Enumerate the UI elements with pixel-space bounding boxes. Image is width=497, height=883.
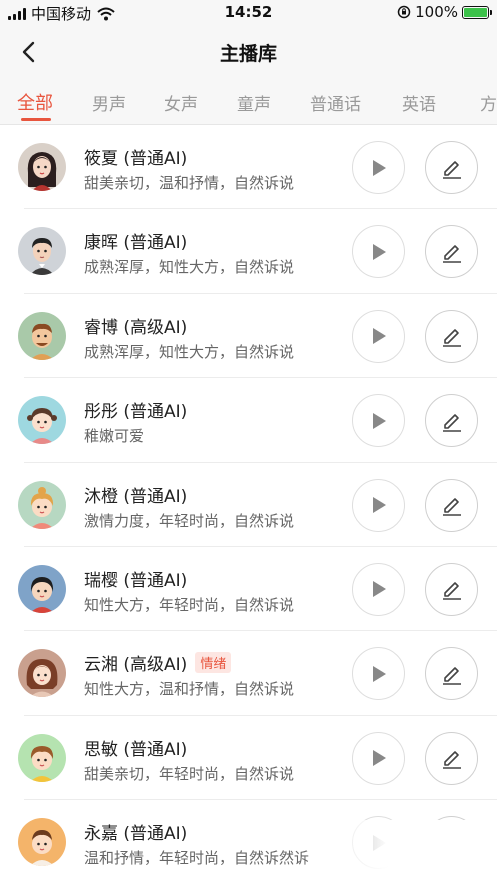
tab-male[interactable]: 男声 xyxy=(92,90,126,115)
play-button[interactable] xyxy=(352,394,405,448)
anchor-name-line: 康晖 (普通AI) xyxy=(84,228,187,253)
anchor-description: 甜美亲切，温和抒情，自然诉说 xyxy=(84,174,295,192)
edit-button[interactable] xyxy=(425,478,478,532)
category-tabs: 全部 男声 女声 童声 普通话 英语 方 xyxy=(0,78,497,125)
pencil-icon xyxy=(442,498,461,516)
anchor-name: 筱夏 (普通AI) xyxy=(84,149,188,169)
status-right: 100% xyxy=(397,3,492,21)
play-icon xyxy=(372,665,386,682)
anchor-description: 温和抒情，年轻时尚，自然诉然诉 xyxy=(84,849,310,868)
tab-child[interactable]: 童声 xyxy=(237,90,271,115)
play-button[interactable] xyxy=(352,816,405,870)
pencil-icon xyxy=(442,413,461,432)
anchor-row[interactable]: 瑞樱 (普通AI) 知性大方，年轻时尚，自然诉说 xyxy=(0,547,497,632)
nav-bar: 主播库 xyxy=(0,26,497,78)
avatar xyxy=(18,733,66,782)
play-button[interactable] xyxy=(352,309,405,363)
pencil-icon xyxy=(442,160,461,179)
tab-mandarin[interactable]: 普通话 xyxy=(310,90,361,115)
tab-english[interactable]: 英语 xyxy=(402,90,436,115)
play-button[interactable] xyxy=(352,562,405,616)
tab-female[interactable]: 女声 xyxy=(164,90,198,115)
page-title: 主播库 xyxy=(219,43,277,65)
anchor-row[interactable]: 筱夏 (普通AI) 甜美亲切，温和抒情，自然诉说 xyxy=(0,125,497,210)
anchor-row[interactable]: 永嘉 (普通AI) 温和抒情，年轻时尚，自然诉然诉 xyxy=(0,800,497,883)
anchor-name: 瑞樱 (普通AI) xyxy=(84,570,188,591)
anchor-name-line: 睿博 (高级AI) xyxy=(84,313,187,338)
play-button[interactable] xyxy=(352,225,405,279)
avatar xyxy=(18,480,66,529)
pencil-icon xyxy=(442,582,461,601)
anchor-name-line: 思敏 (普通AI) xyxy=(84,735,187,760)
status-bar: 中国移动 14:52 100% xyxy=(0,0,497,26)
anchor-description: 激情力度，年轻时尚，自然诉说 xyxy=(84,511,295,530)
avatar xyxy=(18,143,66,191)
anchor-name: 云湘 (高级AI) xyxy=(84,655,188,676)
anchor-name: 彤彤 (普通AI) xyxy=(84,402,188,423)
anchor-name: 睿博 (高级AI) xyxy=(84,317,188,338)
anchor-description: 知性大方，年轻时尚，自然诉说 xyxy=(84,595,295,614)
orientation-lock-icon xyxy=(397,5,411,19)
anchor-name: 永嘉 (普通AI) xyxy=(84,824,188,845)
anchor-description: 知性大方，温和抒情，自然诉说 xyxy=(84,680,295,699)
pencil-icon xyxy=(442,329,461,348)
edit-button[interactable] xyxy=(425,647,478,701)
edit-button[interactable] xyxy=(425,394,478,448)
play-icon xyxy=(372,328,386,345)
anchor-row[interactable]: 彤彤 (普通AI) 稚嫩可爱 xyxy=(0,378,497,463)
anchor-name: 思敏 (普通AI) xyxy=(84,739,188,760)
pencil-icon xyxy=(442,667,461,685)
anchor-row[interactable]: 睿博 (高级AI) 成熟浑厚，知性大方，自然诉说 xyxy=(0,294,497,379)
anchor-name-line: 沐橙 (普通AI) xyxy=(84,482,187,507)
battery-icon xyxy=(462,5,492,19)
anchor-name-line: 瑞樱 (普通AI) xyxy=(84,566,187,591)
anchor-name-line: 云湘 (高级AI) 情绪 xyxy=(84,650,232,676)
play-button[interactable] xyxy=(352,478,405,532)
anchor-description: 成熟浑厚，知性大方，自然诉说 xyxy=(84,258,295,277)
emotion-tag: 情绪 xyxy=(195,652,232,674)
anchor-name-line: 永嘉 (普通AI) xyxy=(84,819,187,844)
anchor-name: 康晖 (普通AI) xyxy=(84,233,188,254)
edit-button[interactable] xyxy=(425,309,478,363)
avatar xyxy=(18,564,66,613)
avatar xyxy=(18,311,66,360)
avatar xyxy=(18,818,66,867)
play-icon xyxy=(372,159,386,176)
anchor-list: 筱夏 (普通AI) 甜美亲切，温和抒情，自然诉说 康晖 (普通AI) 成熟浑厚，… xyxy=(0,125,497,883)
play-button[interactable] xyxy=(352,731,405,785)
anchor-row[interactable]: 思敏 (普通AI) 甜美亲切，年轻时尚，自然诉说 xyxy=(0,716,497,801)
tab-all[interactable]: 全部 xyxy=(17,89,53,115)
anchor-name: 沐橙 (普通AI) xyxy=(84,486,188,507)
edit-button[interactable] xyxy=(425,562,478,616)
edit-button[interactable] xyxy=(425,731,478,785)
avatar xyxy=(18,396,66,445)
battery-percent: 100% xyxy=(415,3,458,21)
anchor-name-line: 筱夏 (普通AI) xyxy=(84,144,187,169)
avatar xyxy=(18,227,66,276)
play-icon xyxy=(372,412,386,429)
anchor-description: 成熟浑厚，知性大方，自然诉说 xyxy=(84,342,295,361)
active-tab-indicator xyxy=(21,118,51,121)
anchor-description: 甜美亲切，年轻时尚，自然诉说 xyxy=(84,764,295,783)
play-icon xyxy=(372,497,386,514)
play-icon xyxy=(372,581,386,598)
pencil-icon xyxy=(442,245,461,263)
edit-button[interactable] xyxy=(425,816,478,870)
play-icon xyxy=(372,834,386,851)
play-icon xyxy=(372,243,386,260)
pencil-icon xyxy=(442,751,461,770)
play-button[interactable] xyxy=(352,141,405,194)
anchor-row[interactable]: 云湘 (高级AI) 情绪 知性大方，温和抒情，自然诉说 xyxy=(0,631,497,716)
pencil-icon xyxy=(442,835,461,854)
tab-dialect[interactable]: 方 xyxy=(480,90,497,115)
edit-button[interactable] xyxy=(425,225,478,279)
edit-button[interactable] xyxy=(425,141,478,194)
play-icon xyxy=(372,750,386,767)
anchor-row[interactable]: 康晖 (普通AI) 成熟浑厚，知性大方，自然诉说 xyxy=(0,209,497,294)
anchor-name-line: 彤彤 (普通AI) xyxy=(84,397,187,422)
anchor-row[interactable]: 沐橙 (普通AI) 激情力度，年轻时尚，自然诉说 xyxy=(0,463,497,547)
anchor-description: 稚嫩可爱 xyxy=(84,427,145,446)
play-button[interactable] xyxy=(352,647,405,701)
avatar xyxy=(18,649,66,698)
